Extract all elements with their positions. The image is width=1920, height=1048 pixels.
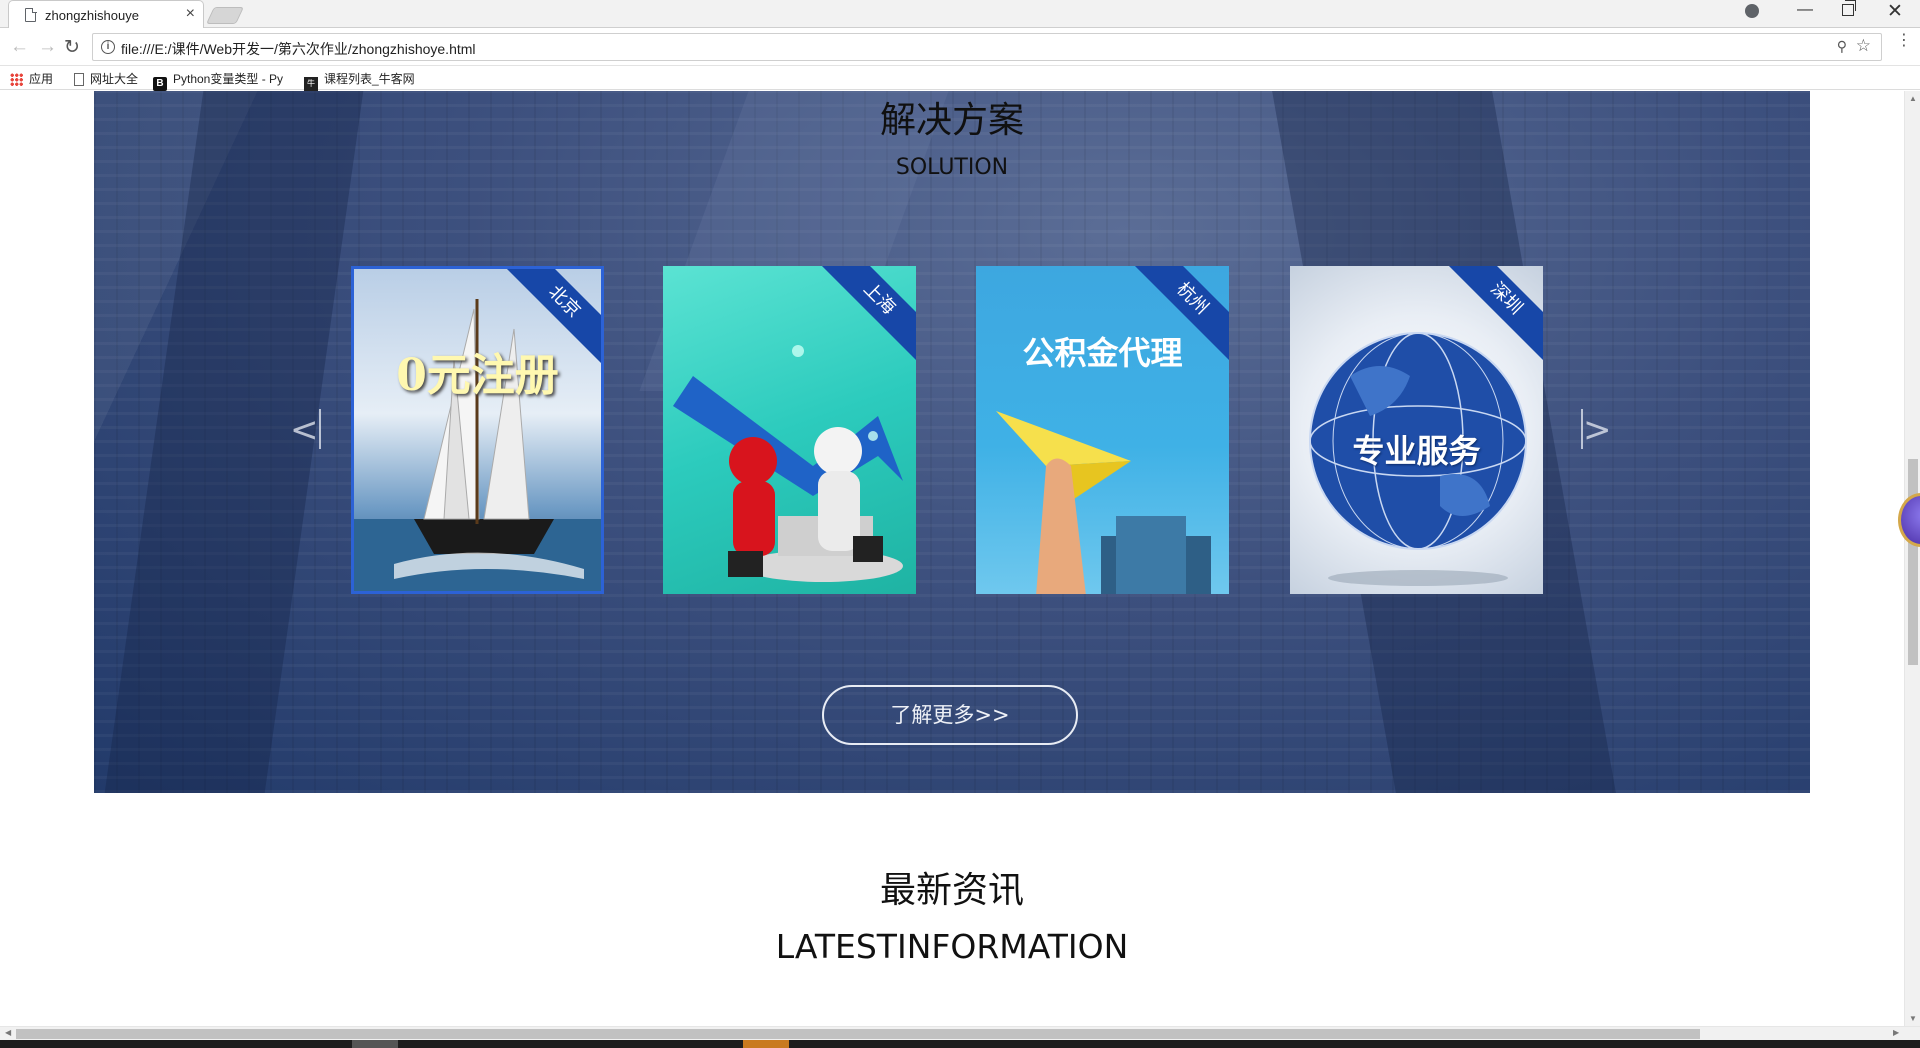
- bookmark-label: 应用: [29, 72, 54, 86]
- forward-icon[interactable]: →: [38, 36, 57, 58]
- apps-grid-icon: [10, 73, 23, 86]
- browser-tab[interactable]: zhongzhishouye ×: [8, 0, 204, 29]
- toolbar: ← → ↻ i file:///E:/课件/Web开发一/第六次作业/zhong…: [0, 28, 1920, 66]
- info-icon[interactable]: i: [101, 40, 115, 54]
- chevron-left-icon: <: [290, 410, 319, 450]
- solution-card-hangzhou[interactable]: 公积金代理 杭州: [976, 266, 1229, 594]
- new-tab-button[interactable]: [206, 7, 244, 24]
- solution-card-beijing[interactable]: 0元注册 北京: [351, 266, 604, 594]
- scroll-right-icon[interactable]: ▶: [1893, 1028, 1899, 1037]
- restore-icon[interactable]: [1842, 0, 1856, 16]
- bookmarks-bar: 应用 网址大全 B Python变量类型 - Py 牛课程列表_牛客网: [0, 66, 1920, 91]
- scroll-thumb[interactable]: [1908, 459, 1918, 665]
- building-shape: [104, 91, 364, 793]
- bookmark-label: 课程列表_牛客网: [324, 72, 415, 86]
- scroll-up-icon[interactable]: ▲: [1909, 94, 1917, 103]
- solution-card-shenzhen[interactable]: 专业服务 深圳: [1290, 266, 1543, 594]
- card-headline: 公积金代理: [1022, 334, 1183, 372]
- bookmark-apps[interactable]: 应用: [10, 70, 53, 87]
- page-icon: [74, 73, 84, 86]
- latest-news-subtitle: LATESTINFORMATION: [775, 927, 1129, 966]
- horizontal-scrollbar[interactable]: ◀ ▶: [0, 1026, 1920, 1040]
- address-bar[interactable]: i file:///E:/课件/Web开发一/第六次作业/zhongzhisho…: [92, 33, 1882, 61]
- page-icon: [25, 7, 37, 22]
- page-viewport: 解决方案 SOLUTION < 0元注册 北京 上海 公积金代理 杭州 专业服务…: [0, 91, 1904, 1026]
- learn-more-button[interactable]: 了解更多>>: [822, 685, 1078, 745]
- scroll-down-icon[interactable]: ▼: [1909, 1014, 1917, 1023]
- back-icon[interactable]: ←: [10, 36, 29, 58]
- tab-title: zhongzhishouye: [45, 8, 139, 23]
- card-headline: 0元注册: [396, 350, 559, 401]
- carousel-next-button[interactable]: >: [1581, 409, 1612, 450]
- bookmark-python[interactable]: B Python变量类型 - Py: [153, 70, 283, 91]
- profile-icon[interactable]: [1745, 4, 1759, 18]
- bookmark-nowcoder[interactable]: 牛课程列表_牛客网: [304, 70, 415, 91]
- minimize-icon[interactable]: —: [1797, 1, 1813, 19]
- tab-strip: zhongzhishouye × — ✕: [0, 0, 1920, 29]
- reload-icon[interactable]: ↻: [64, 36, 80, 59]
- taskbar-item[interactable]: [743, 1040, 789, 1048]
- zoom-icon[interactable]: ⚲: [1837, 38, 1847, 55]
- taskbar-item[interactable]: [352, 1040, 398, 1048]
- bookmark-label: 网址大全: [90, 72, 139, 86]
- solution-title: 解决方案: [879, 100, 1024, 141]
- url-text[interactable]: file:///E:/课件/Web开发一/第六次作业/zhongzhishoye…: [121, 39, 476, 59]
- latest-news-title: 最新资讯: [879, 870, 1024, 911]
- carousel-prev-button[interactable]: <: [290, 409, 321, 450]
- taskbar: [0, 1040, 1920, 1048]
- bookmark-star-icon[interactable]: ☆: [1856, 36, 1871, 56]
- solution-section: 解决方案 SOLUTION < 0元注册 北京 上海 公积金代理 杭州 专业服务…: [94, 91, 1810, 793]
- nowcoder-logo-icon: 牛: [304, 77, 318, 91]
- tab-close-icon[interactable]: ×: [186, 5, 195, 23]
- solution-subtitle: SOLUTION: [895, 155, 1009, 180]
- b-logo-icon: B: [153, 77, 167, 91]
- card-headline: 专业服务: [1352, 432, 1481, 470]
- scroll-thumb[interactable]: [16, 1029, 1700, 1039]
- vertical-scrollbar[interactable]: ▲ ▼: [1904, 91, 1920, 1026]
- bookmark-label: Python变量类型 - Py: [173, 72, 284, 86]
- solution-card-shanghai[interactable]: 上海: [663, 266, 916, 594]
- divider: [318, 409, 321, 449]
- menu-icon[interactable]: ⋮: [1896, 33, 1912, 49]
- bookmark-url-nav[interactable]: 网址大全: [74, 70, 138, 87]
- scroll-left-icon[interactable]: ◀: [5, 1028, 11, 1037]
- chevron-right-icon: >: [1583, 410, 1612, 450]
- close-window-icon[interactable]: ✕: [1887, 0, 1903, 23]
